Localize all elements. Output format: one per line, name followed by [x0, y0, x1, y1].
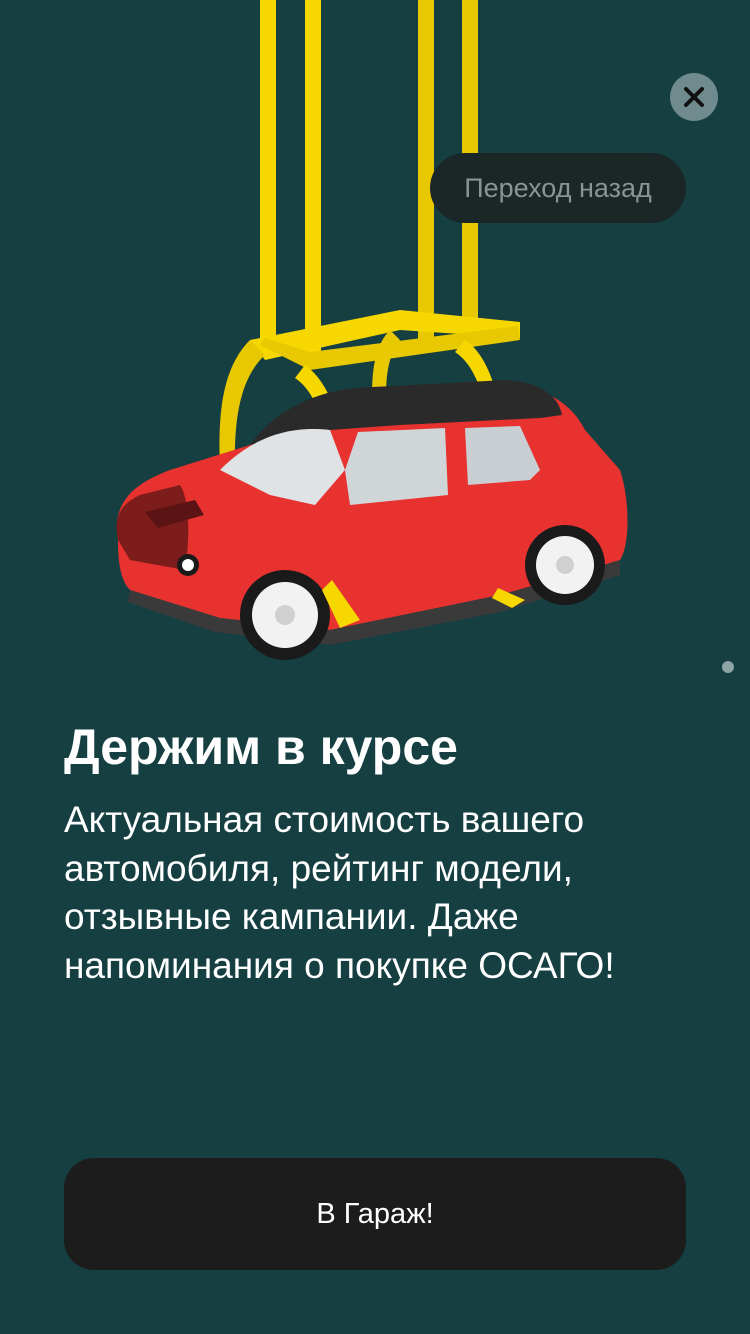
car-illustration	[116, 0, 628, 660]
pager-dot	[722, 661, 734, 673]
onboarding-screen: Переход назад Держим в курсе Актуальная …	[0, 0, 750, 1334]
description-line: автомобиля, рейтинг модели,	[64, 847, 573, 889]
close-button[interactable]	[670, 73, 718, 121]
description-line: Актуальная стоимость вашего	[64, 799, 585, 840]
description: Актуальная стоимость вашего автомобиля, …	[64, 796, 704, 990]
page-title: Держим в курсе	[64, 719, 458, 775]
back-button[interactable]: Переход назад	[430, 153, 686, 223]
close-icon	[684, 87, 704, 107]
description-line: отзывные кампании. Даже	[64, 896, 519, 937]
go-to-garage-label: В Гараж!	[316, 1197, 434, 1230]
go-to-garage-button[interactable]: В Гараж!	[64, 1158, 686, 1270]
description-line: напоминания о покупке ОСАГО!	[64, 944, 615, 986]
